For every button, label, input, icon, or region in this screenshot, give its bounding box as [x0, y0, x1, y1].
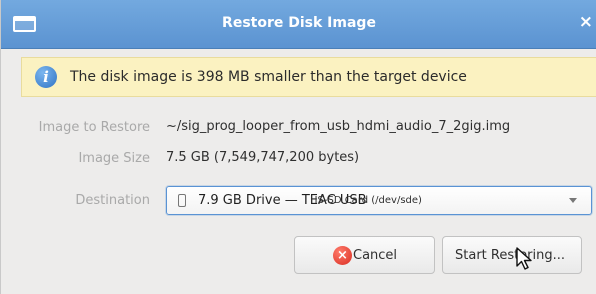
destination-dropdown[interactable]: 7.9 GB Drive — TEAC USB HS-SD Card (/dev…: [166, 186, 592, 215]
destination-drive-detail: HS-SD Card (/dev/sde): [310, 195, 422, 206]
mouse-cursor-icon: [516, 247, 532, 270]
title-bar[interactable]: Restore Disk Image ×: [1, 0, 596, 49]
cancel-button[interactable]: × Cancel: [294, 236, 435, 274]
image-size-value: 7.5 GB (7,549,747,200 bytes): [166, 150, 360, 165]
info-banner: i The disk image is 398 MB smaller than …: [21, 57, 596, 97]
start-restoring-label: Start Restoring...: [455, 248, 566, 263]
info-message: The disk image is 398 MB smaller than th…: [70, 69, 467, 85]
image-to-restore-value: ~/sig_prog_looper_from_usb_hdmi_audio_7_…: [166, 119, 511, 134]
chevron-down-icon[interactable]: [569, 198, 577, 203]
dialog-title: Restore Disk Image: [222, 15, 376, 31]
destination-label: Destination: [75, 193, 150, 208]
start-restoring-button[interactable]: Start Restoring...: [442, 236, 582, 274]
close-icon[interactable]: ×: [579, 12, 593, 32]
restore-disk-image-dialog: Restore Disk Image × i The disk image is…: [0, 0, 596, 294]
cancel-icon: ×: [333, 246, 352, 265]
image-to-restore-label: Image to Restore: [38, 120, 150, 135]
image-size-label: Image Size: [78, 151, 150, 166]
removable-drive-icon: [178, 194, 186, 207]
info-icon: i: [35, 66, 57, 88]
cancel-label: Cancel: [353, 248, 398, 263]
